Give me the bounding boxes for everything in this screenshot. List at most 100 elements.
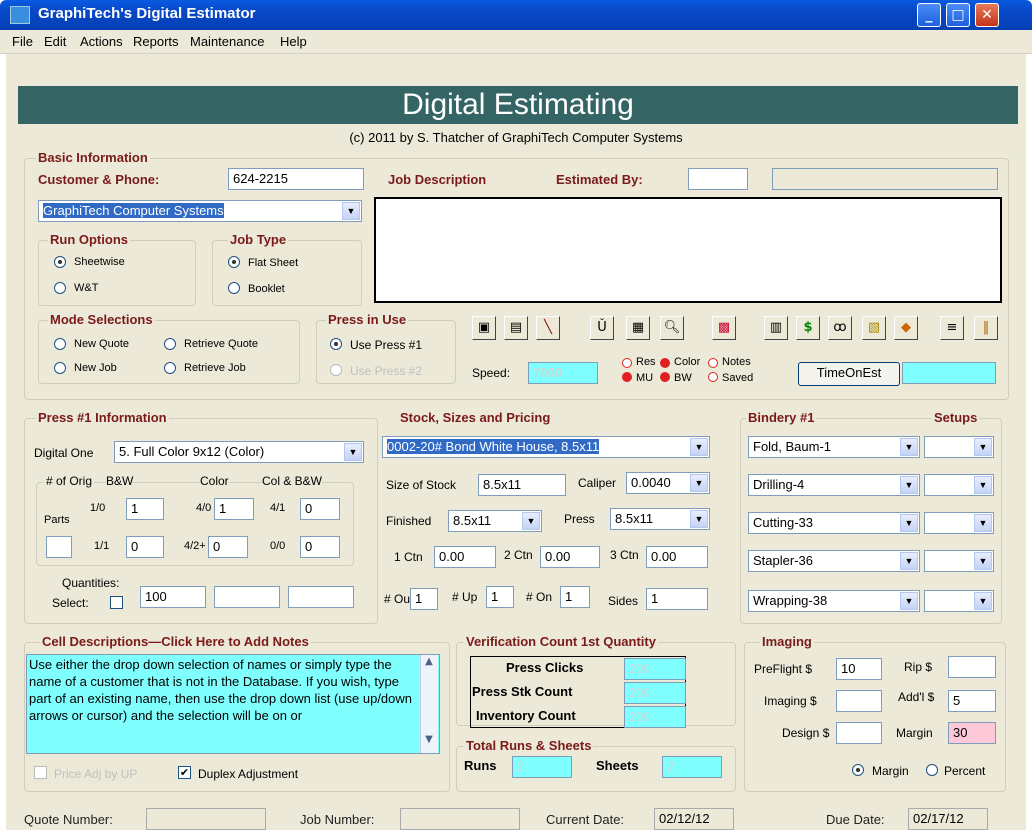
wt-radio[interactable]: [54, 282, 66, 294]
chart-icon[interactable]: ▩: [712, 316, 736, 340]
caliper-select[interactable]: 0.0040 ▼: [626, 472, 710, 494]
imaging-cost-field[interactable]: [836, 690, 882, 712]
minimize-button[interactable]: _: [917, 3, 941, 27]
binoculars-icon[interactable]: ꝏ: [828, 316, 852, 340]
new-job-radio[interactable]: [54, 362, 66, 374]
bindery-select-2[interactable]: Drilling-4 ▼: [748, 474, 920, 496]
barcode-icon[interactable]: ▥: [764, 316, 788, 340]
phone-field[interactable]: 624-2215: [228, 168, 364, 190]
new-quote-radio[interactable]: [54, 338, 66, 350]
price-adj-checkbox[interactable]: [34, 766, 47, 779]
setup-select-4[interactable]: ▼: [924, 550, 994, 572]
quantity-3-field[interactable]: [288, 586, 354, 608]
chevron-down-icon[interactable]: ▼: [344, 443, 362, 461]
bindery-select-4[interactable]: Stapler-36 ▼: [748, 550, 920, 572]
print-preview-icon[interactable]: 🔍︎: [660, 316, 684, 340]
estimated-by-field[interactable]: [688, 168, 748, 190]
ctn-3-field[interactable]: 0.00: [646, 546, 708, 568]
parts-field[interactable]: [46, 536, 72, 558]
quantity-2-field[interactable]: [214, 586, 280, 608]
flat-sheet-radio[interactable]: [228, 256, 240, 268]
chevron-down-icon[interactable]: ▼: [974, 476, 992, 494]
colbw-4-1-field[interactable]: 0: [300, 498, 340, 520]
list-icon[interactable]: ≡: [940, 316, 964, 340]
select-checkbox[interactable]: [110, 596, 123, 609]
calendar-icon[interactable]: ▧: [862, 316, 886, 340]
chevron-down-icon[interactable]: ▼: [900, 552, 918, 570]
notebook-icon[interactable]: ◆: [894, 316, 918, 340]
design-field[interactable]: [836, 722, 882, 744]
menu-help[interactable]: Help: [280, 34, 307, 49]
pen-icon[interactable]: ╲: [536, 316, 560, 340]
sheetwise-radio[interactable]: [54, 256, 66, 268]
menu-file[interactable]: File: [12, 34, 33, 49]
size-of-stock-field[interactable]: 8.5x11: [478, 474, 566, 496]
menu-edit[interactable]: Edit: [44, 34, 66, 49]
chevron-down-icon[interactable]: ▼: [690, 510, 708, 528]
preflight-field[interactable]: 10: [836, 658, 882, 680]
chevron-down-icon[interactable]: ▼: [522, 512, 540, 530]
paperclip-icon[interactable]: Ǔ: [590, 316, 614, 340]
color-4-0-field[interactable]: 1: [214, 498, 254, 520]
setup-select-5[interactable]: ▼: [924, 590, 994, 612]
retrieve-quote-radio[interactable]: [164, 338, 176, 350]
time-on-est-button[interactable]: TimeOnEst: [798, 362, 900, 386]
retrieve-job-radio[interactable]: [164, 362, 176, 374]
bindery-select-5[interactable]: Wrapping-38 ▼: [748, 590, 920, 612]
colbw-0-0-field[interactable]: 0: [300, 536, 340, 558]
maximize-button[interactable]: □: [946, 3, 970, 27]
sides-field[interactable]: 1: [646, 588, 708, 610]
cell-desc-legend[interactable]: Cell Descriptions—Click Here to Add Note…: [40, 634, 311, 649]
chevron-down-icon[interactable]: ▼: [974, 552, 992, 570]
setup-select-2[interactable]: ▼: [924, 474, 994, 496]
use-press-1-radio[interactable]: [330, 338, 342, 350]
chevron-down-icon[interactable]: ▼: [974, 438, 992, 456]
ctn-1-field[interactable]: 0.00: [434, 546, 496, 568]
menu-reports[interactable]: Reports: [133, 34, 179, 49]
setup-select-3[interactable]: ▼: [924, 512, 994, 534]
booklet-radio[interactable]: [228, 282, 240, 294]
menu-maintenance[interactable]: Maintenance: [190, 34, 264, 49]
margin-radio[interactable]: [852, 764, 864, 776]
press-size-select[interactable]: 8.5x11 ▼: [610, 508, 710, 530]
job-description-field[interactable]: [374, 197, 1002, 303]
percent-radio[interactable]: [926, 764, 938, 776]
customer-select[interactable]: GraphiTech Computer Systems ▼: [38, 200, 362, 222]
save-icon[interactable]: ▣: [472, 316, 496, 340]
on-field[interactable]: 1: [560, 586, 590, 608]
chevron-down-icon[interactable]: ▼: [900, 438, 918, 456]
bw-1-0-field[interactable]: 1: [126, 498, 164, 520]
ctn-2-field[interactable]: 0.00: [540, 546, 600, 568]
chevron-down-icon[interactable]: ▼: [342, 202, 360, 220]
calculator-icon[interactable]: ▦: [626, 316, 650, 340]
bindery-select-3[interactable]: Cutting-33 ▼: [748, 512, 920, 534]
dollar-icon[interactable]: $: [796, 316, 820, 340]
color-4-2-field[interactable]: 0: [208, 536, 248, 558]
up-field[interactable]: 1: [486, 586, 514, 608]
setup-select-1[interactable]: ▼: [924, 436, 994, 458]
use-press-2-radio[interactable]: [330, 364, 342, 376]
speed-field[interactable]: 7000: [528, 362, 598, 384]
books-icon[interactable]: ‖: [974, 316, 998, 340]
scroll-down-icon[interactable]: ▼: [420, 734, 438, 752]
chevron-down-icon[interactable]: ▼: [690, 438, 708, 456]
close-button[interactable]: ✕: [975, 3, 999, 27]
chevron-down-icon[interactable]: ▼: [690, 474, 708, 492]
bindery-select-1[interactable]: Fold, Baum-1 ▼: [748, 436, 920, 458]
duplex-checkbox[interactable]: ✔: [178, 766, 191, 779]
press-select[interactable]: 5. Full Color 9x12 (Color) ▼: [114, 441, 364, 463]
bw-1-1-field[interactable]: 0: [126, 536, 164, 558]
chevron-down-icon[interactable]: ▼: [900, 476, 918, 494]
addl-field[interactable]: 5: [948, 690, 996, 712]
chevron-down-icon[interactable]: ▼: [974, 514, 992, 532]
out-field[interactable]: 1: [410, 588, 438, 610]
quantity-1-field[interactable]: 100: [140, 586, 206, 608]
chevron-down-icon[interactable]: ▼: [974, 592, 992, 610]
menu-actions[interactable]: Actions: [80, 34, 123, 49]
stock-select[interactable]: 0002-20# Bond White House, 8.5x11 ▼: [382, 436, 710, 458]
margin-field[interactable]: 30: [948, 722, 996, 744]
print-icon[interactable]: ▤: [504, 316, 528, 340]
finished-select[interactable]: 8.5x11 ▼: [448, 510, 542, 532]
rip-field[interactable]: [948, 656, 996, 678]
chevron-down-icon[interactable]: ▼: [900, 514, 918, 532]
